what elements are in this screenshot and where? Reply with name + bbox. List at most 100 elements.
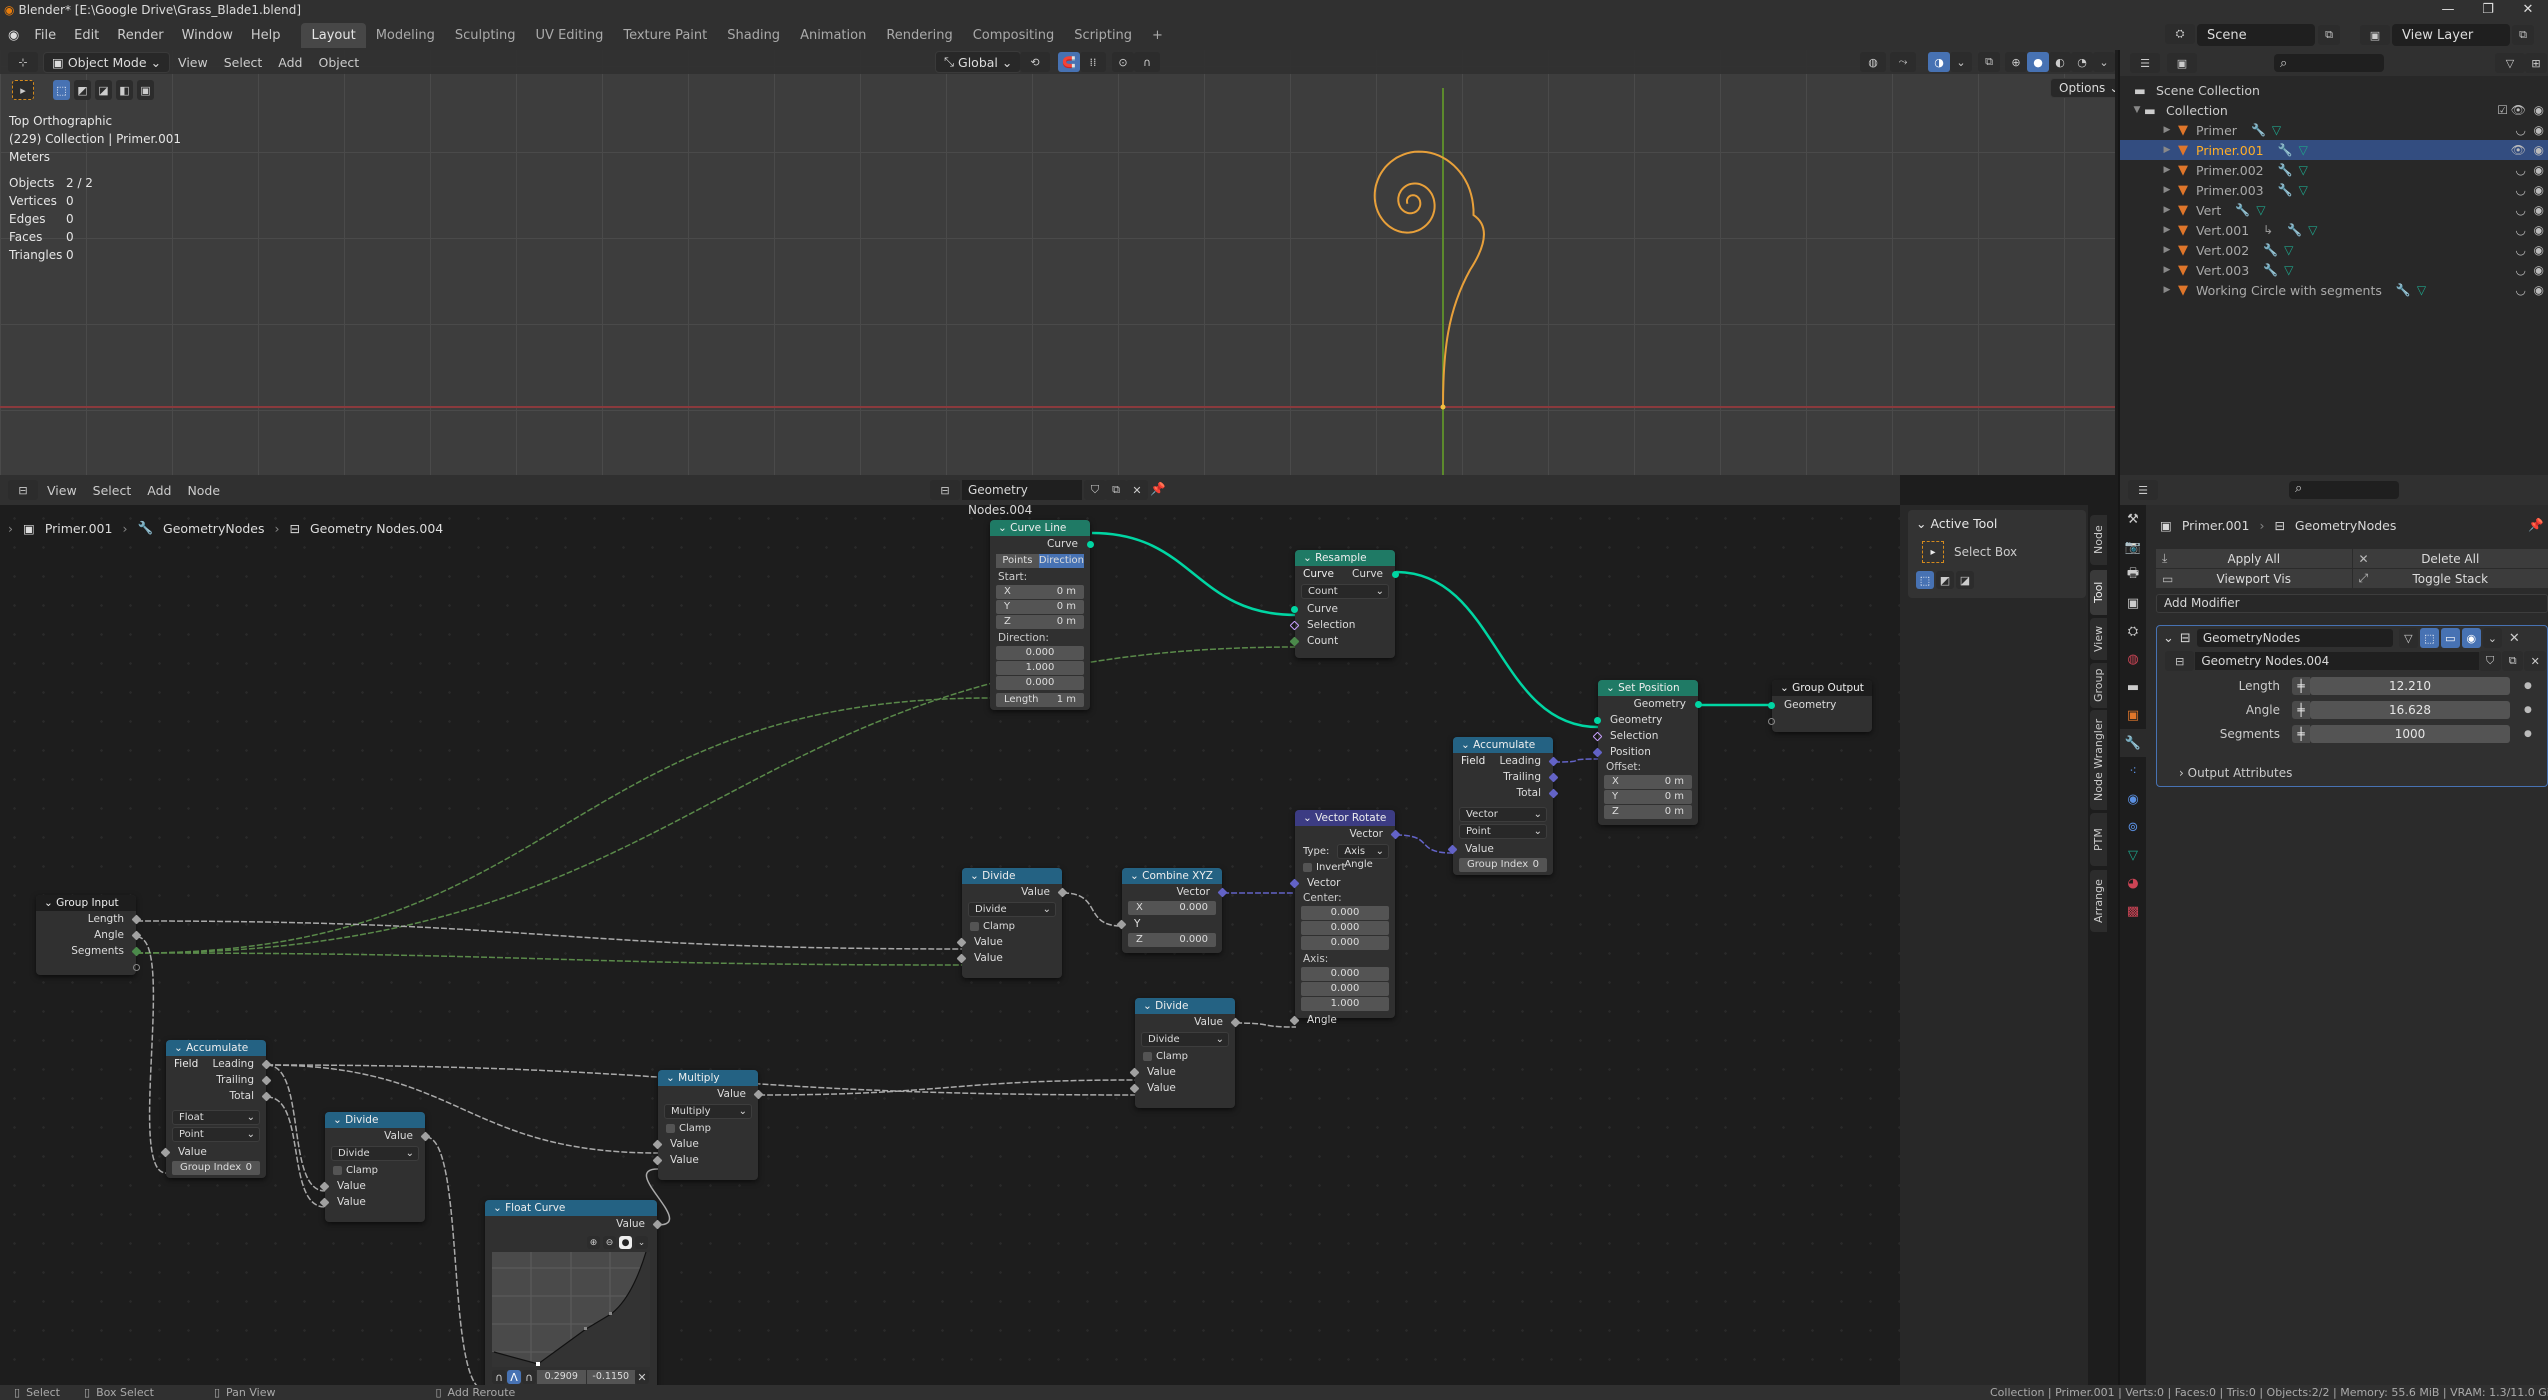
editor-type-icon[interactable]: ⊟: [8, 480, 38, 500]
eye-closed-icon[interactable]: ◡: [2516, 243, 2526, 257]
eye-closed-icon[interactable]: ◡: [2516, 203, 2526, 217]
outliner-item[interactable]: ▶ ▼ Primer.001 🔧 ▽ 👁 ◉: [2120, 140, 2548, 160]
tab-scripting[interactable]: Scripting: [1064, 23, 1142, 48]
render-tab-icon[interactable]: 📷: [2120, 533, 2146, 561]
cage-icon[interactable]: ⬚: [2419, 628, 2439, 648]
eye-icon[interactable]: 👁: [2511, 143, 2526, 157]
solid-shading-icon[interactable]: ●: [2027, 52, 2049, 72]
tab-texture-paint[interactable]: Texture Paint: [613, 23, 717, 48]
resample-mode-dropdown[interactable]: Count ⌄: [1301, 584, 1389, 599]
object-tab-icon[interactable]: ▣: [2120, 701, 2146, 729]
scene-tab-icon[interactable]: ⛭: [2120, 617, 2146, 645]
spiral-curve[interactable]: [0, 50, 2115, 475]
filter-icon[interactable]: ▽: [2495, 53, 2525, 73]
zoom-out-icon[interactable]: ⊖: [603, 1236, 616, 1249]
pivot-icon[interactable]: ⟲: [1020, 52, 1050, 72]
node-link[interactable]: [1235, 1022, 1297, 1028]
expand-icon[interactable]: ▶: [2160, 285, 2174, 295]
direction-z[interactable]: 0.000: [996, 676, 1084, 690]
menu-help[interactable]: Help: [242, 28, 290, 43]
curve-menu-icon[interactable]: ⌄: [635, 1236, 648, 1249]
menu-edit[interactable]: Edit: [65, 28, 108, 43]
delete-point-icon[interactable]: ✕: [635, 1370, 649, 1384]
domain-dropdown[interactable]: Point ⌄: [172, 1127, 260, 1142]
node-header[interactable]: ⌄ Vector Rotate: [1295, 810, 1395, 826]
node-link[interactable]: [136, 952, 963, 966]
node-set-position[interactable]: ⌄ Set Position Geometry Geometry Selecti…: [1592, 680, 1702, 825]
filter-view-icon[interactable]: ▣: [2167, 53, 2197, 73]
outliner-item[interactable]: ▶ ▼ Primer 🔧 ▽ ◡ ◉: [2120, 120, 2548, 140]
empty-output-socket[interactable]: [133, 964, 140, 971]
mesh-data-icon[interactable]: ▽: [2299, 163, 2308, 177]
auto-handle-icon[interactable]: ∩: [492, 1370, 506, 1384]
point-y-field[interactable]: -0.1150: [586, 1370, 635, 1384]
collection-row[interactable]: ▼ ▬ Collection ☑ 👁 ◉: [2120, 100, 2548, 120]
vp-menu-object[interactable]: Object: [310, 55, 367, 70]
eye-closed-icon[interactable]: ◡: [2516, 283, 2526, 297]
constraints-tab-icon[interactable]: ⊚: [2120, 813, 2146, 841]
modifier-icon[interactable]: 🔧: [2396, 283, 2411, 297]
material-tab-icon[interactable]: ◕: [2120, 869, 2146, 897]
sidebar-tab-ptm[interactable]: PTM: [2090, 813, 2107, 866]
node-header[interactable]: ⌄ Resample Curve: [1295, 550, 1395, 580]
material-shading-icon[interactable]: ◐: [2049, 52, 2071, 72]
tab-uv-editing[interactable]: UV Editing: [526, 23, 614, 48]
start-x[interactable]: X 0 m: [996, 585, 1084, 599]
node-link[interactable]: [1553, 758, 1599, 763]
wireframe-shading-icon[interactable]: ⊕: [2005, 52, 2027, 72]
output-socket[interactable]: [1087, 541, 1094, 548]
offset-x[interactable]: X 0 m: [1604, 775, 1692, 789]
remove-modifier-icon[interactable]: ✕: [2509, 631, 2520, 646]
node-vector-rotate[interactable]: ⌄ Vector Rotate Vector Type: Axis Angle ⌄ …: [1289, 810, 1401, 1026]
node-link[interactable]: [266, 1096, 326, 1208]
tab-layout[interactable]: Layout: [301, 22, 366, 48]
mesh-data-icon[interactable]: ▽: [2308, 223, 2317, 237]
tab-compositing[interactable]: Compositing: [963, 23, 1065, 48]
select-subtract-icon[interactable]: ◪: [1956, 571, 1974, 589]
attribute-toggle-icon[interactable]: ╪: [2292, 725, 2310, 743]
outliner-item[interactable]: ▶ ▼ Vert.001 ↳ 🔧 ▽ ◡ ◉: [2120, 220, 2548, 240]
node-group-field[interactable]: Geometry Nodes.004: [2195, 652, 2480, 670]
expand-icon[interactable]: ▶: [2160, 165, 2174, 175]
start-y[interactable]: Y 0 m: [996, 600, 1084, 614]
modifier-menu-icon[interactable]: ⌄: [2482, 628, 2502, 648]
select-subtract-icon[interactable]: ◪: [95, 80, 112, 100]
vp-menu-view[interactable]: View: [170, 55, 216, 70]
checkbox[interactable]: [1143, 1052, 1152, 1061]
delete-all-button[interactable]: ✕ Delete All: [2352, 549, 2548, 568]
node-multiply[interactable]: ⌄ Multiply Value Multiply ⌄ Clamp Value V…: [652, 1070, 764, 1180]
modifier-icon[interactable]: 🔧: [2278, 183, 2293, 197]
node-header[interactable]: ⌄ Accumulate Field: [166, 1040, 266, 1070]
modifier-icon[interactable]: 🔧: [2235, 203, 2250, 217]
clipping-icon[interactable]: ●: [619, 1236, 632, 1249]
minimize-button[interactable]: —: [2428, 0, 2468, 20]
curve-graph[interactable]: [492, 1252, 650, 1367]
node-link[interactable]: [425, 1136, 485, 1385]
output-socket[interactable]: [1392, 571, 1399, 578]
modifier-name-field[interactable]: GeometryNodes: [2196, 629, 2393, 647]
sidebar-tab-view[interactable]: View: [2090, 618, 2107, 660]
world-tab-icon[interactable]: ◍: [2120, 645, 2146, 673]
eye-icon[interactable]: 👁: [2511, 103, 2526, 117]
duplicate-icon[interactable]: ⧉: [2501, 651, 2524, 671]
operation-dropdown[interactable]: Divide ⌄: [968, 902, 1056, 917]
viewport-vis-button[interactable]: ▭ Viewport Vis: [2156, 569, 2352, 588]
node-link[interactable]: [266, 1064, 326, 1192]
node-combine-xyz[interactable]: ⌄ Combine XYZ Vector X 0.000 Y Z 0.000: [1116, 868, 1228, 953]
eye-closed-icon[interactable]: ◡: [2516, 223, 2526, 237]
tab-rendering[interactable]: Rendering: [876, 23, 962, 48]
node-float-curve[interactable]: ⌄ Float Curve Value ⊕ ⊖ ● ⌄ ∩ Λ ∩ 0.2909…: [485, 1200, 663, 1385]
tab-shading[interactable]: Shading: [717, 23, 790, 48]
eye-closed-icon[interactable]: ◡: [2516, 263, 2526, 277]
overlay-icon[interactable]: ◑: [1928, 52, 1950, 72]
select-extend-icon[interactable]: ◩: [1936, 571, 1954, 589]
empty-input-socket[interactable]: [1768, 718, 1775, 725]
editor-type-icon[interactable]: ☰: [2128, 480, 2158, 500]
fake-user-icon[interactable]: ⛉: [2479, 651, 2501, 671]
vp-menu-select[interactable]: Select: [216, 55, 271, 70]
node-group-output[interactable]: ⌄ Group Output Geometry: [1768, 680, 1872, 732]
modifier-icon[interactable]: 🔧: [2251, 123, 2266, 137]
curve-point-selected[interactable]: [536, 1362, 540, 1366]
expand-icon[interactable]: ▼: [2130, 105, 2144, 115]
mesh-data-icon[interactable]: ▽: [2299, 183, 2308, 197]
